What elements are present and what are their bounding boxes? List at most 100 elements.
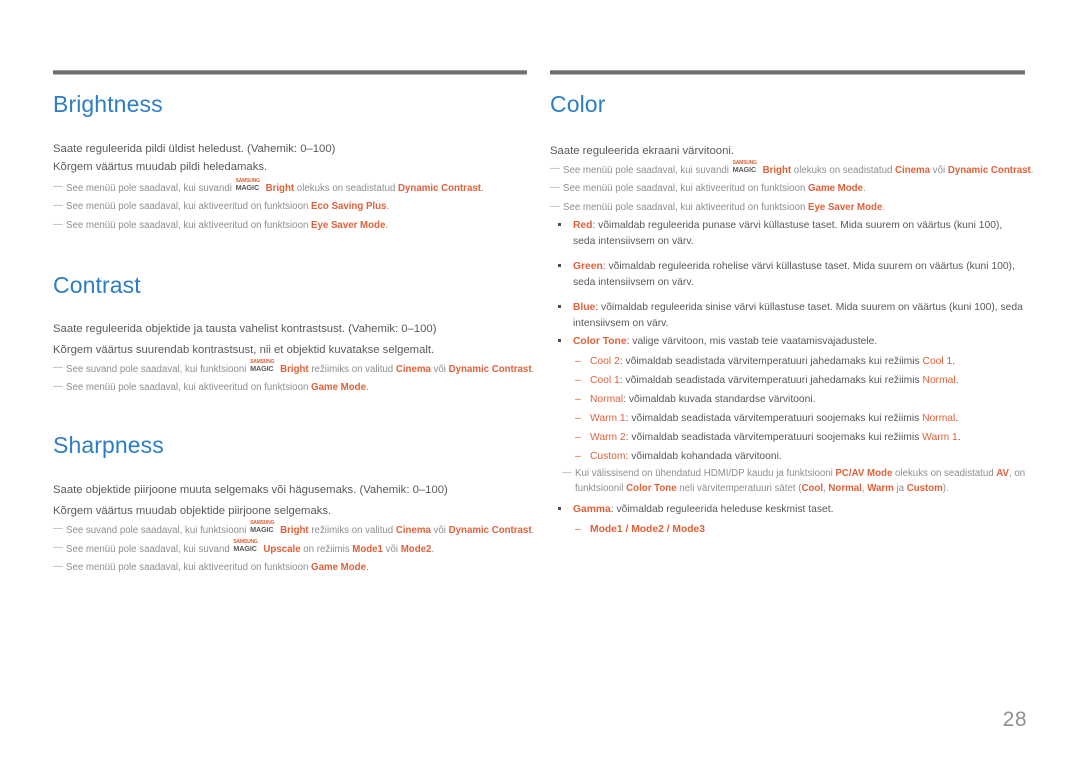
note-highlight: Dynamic Contrast	[448, 525, 532, 536]
option-text: : võimaldab kohandada värvitooni.	[625, 450, 782, 462]
sub-dash-icon: –	[575, 355, 581, 367]
color-note-3: — See menüü pole saadaval, kui aktiveeri…	[550, 201, 1039, 216]
note-text: .	[365, 562, 369, 573]
sharpness-note-3: — See menüü pole saadaval, kui aktiveeri…	[53, 561, 536, 576]
note-text: režiimiks on valitud	[308, 364, 396, 375]
bullet-text: : valige värvitoon, mis vastab teie vaat…	[626, 336, 878, 347]
note-dash-icon: —	[53, 362, 63, 373]
option-ref: Warm 1	[922, 431, 958, 443]
list-item-warm-1: – Warm 1: võimaldab seadistada värvitemp…	[550, 411, 1026, 427]
note-highlight: Mode1	[352, 544, 383, 555]
option-text: .	[955, 374, 959, 386]
sub-dash-icon: –	[575, 431, 581, 443]
sub-dash-icon: –	[575, 523, 581, 535]
list-item-cool-2: – Cool 2: võimaldab seadistada värvitemp…	[550, 354, 1026, 370]
note-highlight: Color Tone	[626, 482, 677, 494]
manual-page: Brightness Saate reguleerida pildi üldis…	[0, 0, 1080, 763]
note-highlight: Cinema	[395, 364, 431, 375]
option-name: Warm 2	[590, 431, 626, 443]
contrast-body-line-1: Saate reguleerida objektide ja tausta va…	[53, 323, 437, 335]
note-text: või	[430, 525, 449, 536]
option-name: Cool 1	[590, 374, 620, 386]
bullet-square-icon	[558, 223, 561, 226]
note-text: ).	[942, 482, 949, 494]
note-dash-icon: —	[53, 219, 63, 230]
note-dash-icon: —	[53, 523, 63, 534]
option-text: : võimaldab kuvada standardse värvitooni…	[623, 393, 816, 405]
option-name: Normal	[590, 393, 624, 405]
note-text: See suvand pole saadaval, kui funktsioon…	[66, 525, 250, 536]
sub-dash-icon: –	[575, 450, 581, 462]
option-name: Custom	[590, 450, 626, 462]
color-tone-hdmi-note: — Kui välissisend on ühendatud HDMI/DP k…	[562, 467, 1041, 496]
bullet-label: Gamma	[573, 504, 611, 515]
bullet-square-icon	[558, 339, 561, 342]
note-text: See suvand pole saadaval, kui funktsioon…	[66, 364, 250, 375]
gamma-modes: Mode1 / Mode2 / Mode3	[590, 523, 705, 535]
note-highlight: Dynamic Contrast	[947, 165, 1031, 176]
list-item-normal: – Normal: võimaldab kuvada standardse vä…	[550, 392, 1026, 408]
note-text: olekuks on seadistatud	[791, 165, 896, 176]
bullet-label: Red	[573, 220, 593, 231]
bullet-label: Color Tone	[573, 336, 627, 347]
brightness-note-3: — See menüü pole saadaval, kui aktiveeri…	[53, 219, 536, 234]
note-dash-icon: —	[53, 542, 63, 553]
bullet-label: Blue	[573, 301, 596, 313]
list-item-blue: Blue: võimaldab reguleerida sinise värvi…	[550, 300, 1026, 332]
sharpness-body-line-2: Kõrgem väärtus muudab objektide piirjoon…	[53, 505, 332, 517]
note-text: See menüü pole saadaval, kui aktiveeritu…	[66, 382, 312, 393]
note-highlight: Eco Saving Plus	[311, 201, 387, 212]
sharpness-note-2: — See menüü pole saadaval, kui suvand SA…	[53, 540, 536, 558]
note-text: See menüü pole saadaval, kui aktiveeritu…	[563, 202, 809, 213]
section-title-color: Color	[550, 91, 606, 117]
page-number: 28	[1002, 708, 1027, 731]
sub-dash-icon: –	[575, 374, 581, 386]
note-highlight: PC/AV Mode	[835, 468, 893, 479]
section-title-brightness: Brightness	[53, 91, 163, 117]
list-item-custom: – Custom: võimaldab kohandada värvitooni…	[550, 449, 1026, 465]
list-item-gamma: Gamma: võimaldab reguleerida heleduse ke…	[550, 502, 1026, 518]
section-title-sharpness: Sharpness	[53, 432, 164, 458]
note-text: .	[385, 220, 389, 231]
gamma-list: Gamma: võimaldab reguleerida heleduse ke…	[550, 502, 1026, 538]
list-item-color-tone: Color Tone: valige värvitoon, mis vastab…	[550, 334, 1026, 350]
samsung-magic-logo: SAMSUNG MAGIC	[250, 520, 275, 534]
contrast-note-1: — See suvand pole saadaval, kui funktsio…	[53, 359, 536, 378]
note-text: .	[1030, 165, 1034, 176]
sharpness-note-1: — See suvand pole saadaval, kui funktsio…	[53, 520, 536, 539]
option-text: .	[955, 412, 959, 424]
samsung-magic-logo: SAMSUNG MAGIC	[250, 359, 275, 373]
note-highlight: Custom	[906, 482, 943, 494]
note-highlight: Bright	[280, 364, 309, 375]
list-item-green: Green: võimaldab reguleerida rohelise vä…	[550, 259, 1026, 291]
sub-dash-icon: –	[575, 412, 581, 424]
note-text: olekuks on seadistatud	[892, 468, 997, 479]
note-highlight: Cinema	[895, 165, 931, 176]
note-highlight: Game Mode	[808, 183, 863, 194]
header-rule-left	[53, 70, 527, 75]
note-highlight: Eye Saver Mode	[311, 220, 386, 231]
bullet-text: : võimaldab reguleerida heleduse keskmis…	[610, 504, 834, 515]
section-title-contrast: Contrast	[53, 272, 141, 298]
option-name: Warm 1	[590, 412, 626, 424]
samsung-magic-logo: SAMSUNG MAGIC	[732, 160, 757, 174]
note-highlight: Warm	[867, 482, 894, 494]
bullet-text: : võimaldab reguleerida rohelise värvi k…	[573, 260, 1015, 288]
note-highlight: Bright	[265, 183, 295, 194]
note-text: .	[365, 382, 369, 393]
brightness-note-2: — See menüü pole saadaval, kui aktiveeri…	[53, 200, 536, 215]
note-highlight: Cool	[801, 482, 824, 494]
note-highlight: Cinema	[395, 525, 431, 536]
note-text: või	[430, 364, 449, 375]
note-text: režiimiks on valitud	[308, 525, 396, 536]
note-text: See menüü pole saadaval, kui suvandi	[563, 165, 732, 176]
list-item-warm-2: – Warm 2: võimaldab seadistada värvitemp…	[550, 430, 1026, 446]
note-text: neli värvitemperatuuri sätet (	[676, 482, 802, 494]
color-note-1: — See menüü pole saadaval, kui suvandi S…	[550, 160, 1039, 179]
note-dash-icon: —	[53, 200, 63, 211]
note-text: .	[431, 544, 435, 555]
note-highlight: Bright	[762, 165, 792, 176]
note-text: on režiimis	[300, 544, 353, 555]
sub-dash-icon: –	[575, 393, 581, 405]
option-ref: Normal	[922, 412, 956, 424]
